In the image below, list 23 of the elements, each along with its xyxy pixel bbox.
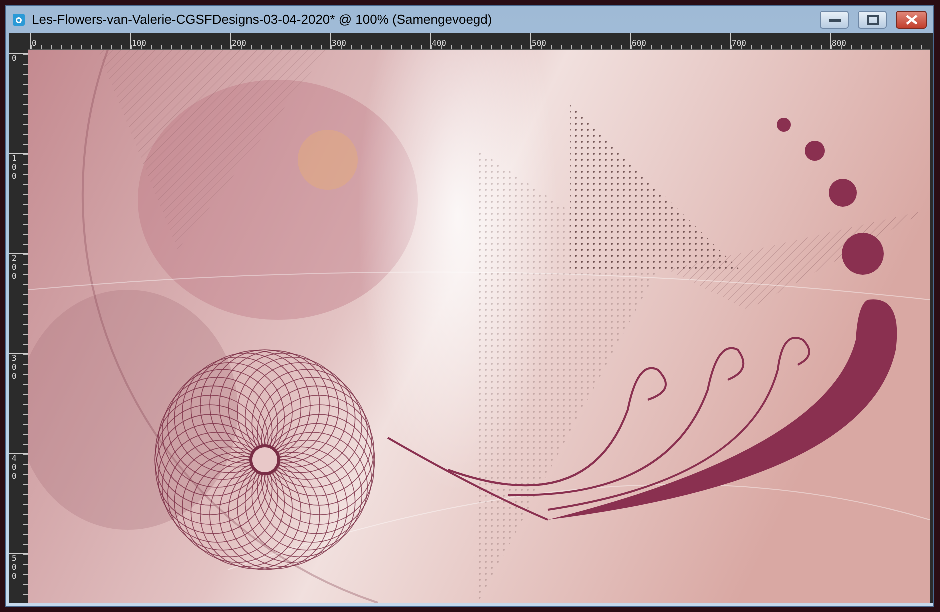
close-button[interactable] xyxy=(896,10,927,28)
ruler-label: 0 xyxy=(31,39,37,49)
ruler-label: 400 xyxy=(431,39,446,49)
ruler-label: 200 xyxy=(12,255,17,282)
ruler-label: 500 xyxy=(531,39,546,49)
ruler-label: 100 xyxy=(131,39,146,49)
ruler-label: 200 xyxy=(231,39,246,49)
ruler-label: 500 xyxy=(12,555,17,582)
maximize-icon xyxy=(866,14,878,24)
ruler-label: 700 xyxy=(731,39,746,49)
minimize-icon xyxy=(828,16,840,22)
ruler-label: 400 xyxy=(12,455,17,482)
window-title: Les-Flowers-van-Valerie-CGSFDesigns-03-04-2020* @ 100% (Samengevoegd) xyxy=(32,12,494,27)
ruler-label: 800 xyxy=(831,39,846,49)
ruler-label: 300 xyxy=(12,355,17,382)
ruler-label: 300 xyxy=(331,39,346,49)
ruler-label: 0 xyxy=(12,55,17,64)
image-file-icon xyxy=(12,12,26,26)
maximize-button[interactable] xyxy=(858,10,887,28)
minimize-button[interactable] xyxy=(820,10,849,28)
ruler-label: 600 xyxy=(631,39,646,49)
ruler-label: 100 xyxy=(12,155,17,182)
close-icon xyxy=(906,14,918,24)
